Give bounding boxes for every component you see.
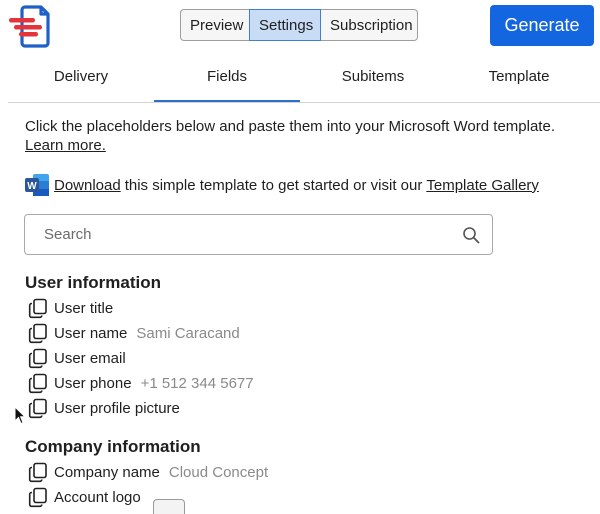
field-user-phone[interactable]: User phone +1 512 344 5677 [28, 372, 254, 394]
intro-text: Click the placeholders below and paste t… [25, 118, 555, 135]
intro-text-block: Click the placeholders below and paste t… [25, 117, 585, 155]
search-input[interactable] [42, 225, 462, 244]
subscription-segment[interactable]: Subscription [320, 9, 418, 41]
download-middle-text: this simple template to get started or v… [124, 176, 423, 194]
copy-icon[interactable] [28, 373, 48, 394]
download-row: W Download this simple template to get s… [24, 172, 539, 198]
field-user-title[interactable]: User title [28, 297, 113, 319]
field-value: +1 512 344 5677 [140, 374, 254, 392]
field-label: User phone [54, 374, 132, 392]
settings-segment[interactable]: Settings [249, 9, 321, 41]
tab-template[interactable]: Template [446, 52, 592, 101]
tab-subitems[interactable]: Subitems [300, 52, 446, 101]
copy-icon[interactable] [28, 462, 48, 483]
copy-icon[interactable] [28, 298, 48, 319]
tab-fields[interactable]: Fields [154, 52, 300, 102]
settings-tabs: Delivery Fields Subitems Template [8, 52, 600, 103]
account-logo-thumbnail [152, 499, 185, 514]
field-label: User email [54, 349, 126, 367]
search-icon[interactable] [462, 226, 480, 244]
copy-icon[interactable] [28, 398, 48, 419]
download-link[interactable]: Download [54, 177, 121, 194]
generate-button[interactable]: Generate [490, 5, 594, 46]
svg-text:W: W [27, 181, 37, 192]
field-account-logo[interactable]: Account logo [28, 486, 185, 514]
user-information-heading: User information [25, 273, 162, 292]
learn-more-link[interactable]: Learn more. [25, 137, 106, 154]
copy-icon[interactable] [28, 323, 48, 344]
field-label: Company name [54, 463, 160, 481]
field-label: User name [54, 324, 128, 342]
header: Preview Settings Subscription Generate [0, 0, 600, 52]
tab-delivery[interactable]: Delivery [8, 52, 154, 101]
field-user-name[interactable]: User name Sami Caracand [28, 322, 240, 344]
field-label: User title [54, 299, 114, 317]
app-logo [9, 5, 50, 48]
copy-icon[interactable] [28, 487, 48, 508]
copy-icon[interactable] [28, 348, 48, 369]
field-user-profile-picture[interactable]: User profile picture [28, 397, 180, 419]
view-switcher: Preview Settings Subscription [180, 9, 418, 41]
field-label: User profile picture [54, 399, 180, 417]
field-company-name[interactable]: Company name Cloud Concept [28, 461, 268, 483]
word-icon: W [25, 174, 49, 196]
field-value: Sami Caracand [136, 324, 240, 342]
company-information-heading: Company information [25, 437, 201, 456]
field-user-email[interactable]: User email [28, 347, 126, 369]
mouse-cursor-icon [14, 406, 26, 425]
template-gallery-link[interactable]: Template Gallery [426, 177, 539, 194]
search-box [24, 214, 493, 255]
field-value: Cloud Concept [168, 463, 269, 481]
field-label: Account logo [54, 488, 141, 506]
preview-segment[interactable]: Preview [180, 9, 250, 41]
